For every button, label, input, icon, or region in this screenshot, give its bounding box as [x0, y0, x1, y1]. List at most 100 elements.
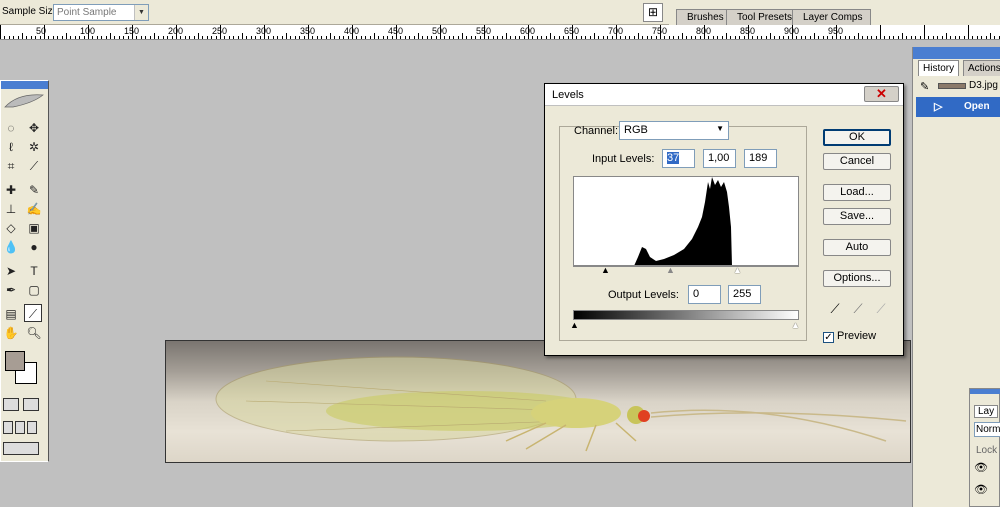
path-selection-icon[interactable]: ➤ — [2, 262, 20, 280]
ruler-tick — [717, 36, 719, 39]
tab-layer-comps[interactable]: Layer Comps — [792, 9, 872, 25]
load-button[interactable]: Load... — [823, 184, 891, 201]
ruler-tick — [180, 36, 182, 39]
channel-value: RGB — [624, 124, 648, 136]
zoom-icon[interactable]: 🔍︎ — [25, 324, 43, 342]
marquee-icon[interactable]: ◌ — [2, 119, 20, 137]
eye-icon[interactable]: 👁︎ — [974, 483, 988, 496]
screen-mode-1-icon[interactable] — [3, 421, 13, 434]
gradient-icon[interactable]: ▣ — [25, 219, 43, 237]
ruler-tick — [822, 36, 824, 39]
ok-button[interactable]: OK — [823, 129, 891, 146]
ruler-tick — [536, 36, 538, 39]
document-canvas[interactable] — [165, 340, 911, 463]
output-black-slider[interactable]: ▲ — [570, 320, 579, 330]
ruler-tick — [457, 36, 459, 39]
output-white-slider[interactable]: ▲ — [791, 320, 800, 330]
channel-select[interactable]: RGB ▼ — [619, 121, 729, 140]
ruler-tick — [796, 36, 798, 39]
eyedropper-icon[interactable]: ⟋ — [24, 304, 42, 322]
white-eyedropper-icon[interactable]: ⟋ — [873, 301, 889, 317]
tab-actions[interactable]: Actions — [963, 60, 1000, 76]
sample-size-select[interactable]: Point Sample ▼ — [53, 4, 149, 21]
ruler-tick — [915, 36, 917, 39]
dodge-icon[interactable]: ● — [25, 238, 43, 256]
eraser-icon[interactable]: ◇ — [2, 219, 20, 237]
ruler-tick — [409, 36, 411, 39]
tab-layers[interactable]: Lay — [974, 405, 999, 418]
gamma-slider[interactable]: ▲ — [666, 265, 675, 275]
slice-icon[interactable]: ⟋ — [25, 157, 43, 175]
button-label: Save... — [839, 210, 875, 222]
healing-brush-icon[interactable]: ✚ — [2, 181, 20, 199]
input-white-field[interactable]: 189 — [744, 149, 777, 168]
blur-icon[interactable]: 💧 — [2, 238, 20, 256]
snapshot-label: D3.jpg — [969, 80, 998, 91]
jump-to-imageready-icon[interactable] — [3, 442, 39, 455]
black-eyedropper-icon[interactable]: ⟋ — [827, 301, 843, 317]
shape-icon[interactable]: ▢ — [25, 281, 43, 299]
screen-mode-2-icon[interactable] — [15, 421, 25, 434]
brush-icon[interactable]: ✎ — [25, 181, 43, 199]
screen-mode-3-icon[interactable] — [27, 421, 37, 434]
output-black-field[interactable]: 0 — [688, 285, 721, 304]
snapshot-thumbnail — [938, 83, 966, 89]
type-icon[interactable]: T — [25, 262, 43, 280]
ruler-tick — [462, 33, 463, 39]
ruler-tick — [4, 36, 6, 39]
quick-mask-icon[interactable] — [23, 398, 39, 411]
standard-mode-icon[interactable] — [3, 398, 19, 411]
move-icon[interactable]: ✥ — [25, 119, 43, 137]
close-button[interactable]: ✕ — [864, 86, 899, 102]
file-browser-icon[interactable]: ⊞ — [643, 3, 663, 22]
black-point-slider[interactable]: ▲ — [601, 265, 610, 275]
history-step-open[interactable]: ▷ Open — [916, 97, 1000, 117]
lasso-icon[interactable]: ℓ — [2, 138, 20, 156]
ruler-tick — [206, 36, 208, 39]
ruler-tick — [712, 36, 714, 39]
ruler-tick — [981, 36, 983, 39]
ruler-tick — [118, 36, 120, 39]
ruler-tick — [189, 36, 191, 39]
notes-icon[interactable]: ▤ — [2, 305, 20, 323]
panel-header — [913, 47, 1000, 59]
options-button[interactable]: Options... — [823, 270, 891, 287]
output-levels-label: Output Levels: — [608, 289, 679, 301]
auto-button[interactable]: Auto — [823, 239, 891, 256]
clone-stamp-icon[interactable]: ⊥ — [2, 200, 20, 218]
tab-brushes[interactable]: Brushes — [676, 9, 733, 25]
white-point-slider[interactable]: ▲ — [733, 265, 742, 275]
ruler-tick — [963, 36, 965, 39]
ruler-tick — [941, 36, 943, 39]
magic-wand-icon[interactable]: ✲ — [25, 138, 43, 156]
foreground-color-swatch[interactable] — [5, 351, 25, 371]
ruler-tick — [818, 36, 820, 39]
crop-icon[interactable]: ⌗ — [2, 157, 20, 175]
ruler-tick — [259, 36, 261, 39]
history-snapshot[interactable]: ✎ D3.jpg — [916, 77, 1000, 97]
history-brush-icon[interactable]: ✍ — [25, 200, 43, 218]
output-white-field[interactable]: 255 — [728, 285, 761, 304]
hand-icon[interactable]: ✋ — [2, 324, 20, 342]
cancel-button[interactable]: Cancel — [823, 153, 891, 170]
pen-icon[interactable]: ✒ — [2, 281, 20, 299]
ruler-tick — [875, 36, 877, 39]
ruler-tick — [567, 36, 569, 39]
ruler-tick — [466, 36, 468, 39]
ruler-tick — [968, 25, 969, 39]
input-black-field[interactable]: 37 — [662, 149, 695, 168]
ruler-tick — [198, 33, 199, 39]
preview-checkbox[interactable]: ✓ Preview — [823, 330, 876, 343]
save-button[interactable]: Save... — [823, 208, 891, 225]
input-gamma-field[interactable]: 1,00 — [703, 149, 736, 168]
gray-eyedropper-icon[interactable]: ⟋ — [850, 301, 866, 317]
feather-logo-icon — [4, 94, 44, 108]
ruler-tick — [426, 36, 428, 39]
tab-history[interactable]: History — [918, 60, 960, 76]
ruler-label: 150 — [124, 26, 140, 36]
eye-icon[interactable]: 👁︎ — [974, 461, 988, 474]
blend-mode-select[interactable]: Norm — [974, 422, 1000, 437]
ruler-label: 650 — [564, 26, 580, 36]
tab-tool-presets[interactable]: Tool Presets — [726, 9, 802, 25]
dialog-titlebar[interactable]: Levels ✕ — [545, 84, 903, 106]
